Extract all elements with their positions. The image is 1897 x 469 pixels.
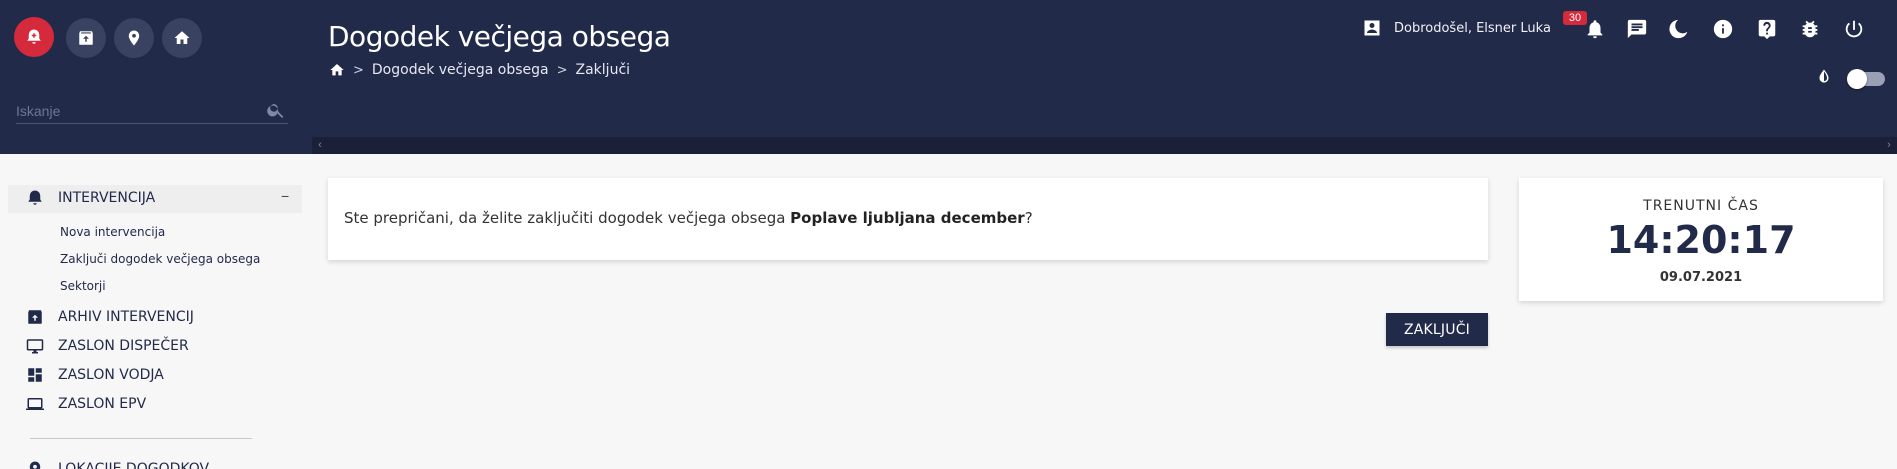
confirmation-question: Ste prepričani, da želite zaključiti dog…	[344, 209, 1033, 227]
user-account-icon	[1364, 20, 1380, 36]
sidebar: INTERVENCIJA − Nova intervencija Zaključ…	[0, 154, 312, 469]
sidebar-item-label: ZASLON EPV	[58, 396, 147, 412]
sidebar-subitem-sektorji[interactable]: Sektorji	[60, 279, 106, 293]
sidebar-item-arhiv[interactable]: ARHIV INTERVENCIJ	[26, 308, 194, 326]
quick-intervention-button[interactable]	[14, 17, 54, 57]
home-icon	[174, 31, 190, 44]
dark-mode-button[interactable]	[1668, 17, 1692, 41]
breadcrumb-separator-icon: >	[556, 62, 568, 78]
toggle-knob	[1847, 69, 1867, 89]
collapse-icon[interactable]: −	[281, 188, 289, 204]
clock-label: TRENUTNI ČAS	[1643, 198, 1759, 214]
messages-icon	[1627, 19, 1647, 39]
help-button[interactable]	[1755, 17, 1779, 41]
clock-date: 09.07.2021	[1659, 270, 1743, 285]
info-button[interactable]	[1711, 17, 1735, 41]
help-icon	[1758, 19, 1776, 40]
dashboard-icon	[28, 368, 42, 382]
contrast-toggle[interactable]	[1847, 69, 1885, 89]
archive-icon	[28, 310, 42, 324]
sidebar-subitem-nova-intervencija[interactable]: Nova intervencija	[60, 225, 165, 239]
breadcrumb-item-current: Zaključi	[575, 62, 631, 78]
dark-mode-icon	[1669, 19, 1688, 39]
sidebar-item-zaslon-dispecer[interactable]: ZASLON DISPEČER	[26, 337, 189, 355]
sidebar-item-label: INTERVENCIJA	[58, 190, 156, 206]
laptop-icon	[26, 398, 44, 410]
notifications-button[interactable]	[1583, 17, 1607, 41]
user-greeting: Dobrodošel, Elsner Luka	[1394, 20, 1551, 36]
contrast-icon	[1815, 68, 1833, 86]
question-prefix: Ste prepričani, da želite zaključiti dog…	[344, 209, 791, 227]
sidebar-item-zaslon-vodja[interactable]: ZASLON VODJA	[26, 366, 164, 384]
search-icon[interactable]	[266, 100, 286, 120]
confirmation-card: Ste prepričani, da želite zaključiti dog…	[328, 178, 1488, 260]
location-pin-icon	[29, 461, 41, 469]
breadcrumb-home-icon[interactable]	[329, 62, 345, 78]
report-bug-button[interactable]	[1798, 17, 1822, 41]
power-icon	[1845, 20, 1863, 38]
quick-home-button[interactable]	[162, 18, 202, 58]
notifications-icon	[1587, 20, 1603, 39]
clock-time: 14:20:17	[1606, 218, 1796, 262]
quick-locations-button[interactable]	[114, 18, 154, 58]
sidebar-item-label: ARHIV INTERVENCIJ	[58, 309, 194, 325]
sidebar-item-label: ZASLON VODJA	[58, 367, 164, 383]
tab-scroll-strip: ‹ ›	[312, 137, 1897, 154]
sidebar-item-label: LOKACIJE DOGODKOV	[58, 461, 210, 469]
sidebar-item-zaslon-epv[interactable]: ZASLON EPV	[26, 395, 146, 413]
bug-icon	[1802, 20, 1818, 38]
info-icon	[1713, 19, 1733, 39]
sidebar-divider	[30, 438, 252, 439]
archive-icon	[79, 31, 93, 45]
sidebar-item-intervencija[interactable]: INTERVENCIJA	[26, 189, 155, 207]
confirm-close-button[interactable]: ZAKLJUČI	[1386, 313, 1488, 346]
user-profile[interactable]: Dobrodošel, Elsner Luka	[1362, 18, 1551, 38]
quick-archive-button[interactable]	[66, 18, 106, 58]
breadcrumb-item[interactable]: Dogodek večjega obsega	[372, 62, 549, 78]
sidebar-item-label: ZASLON DISPEČER	[58, 338, 189, 354]
scroll-left-icon[interactable]: ‹	[312, 137, 328, 154]
question-suffix: ?	[1024, 209, 1033, 227]
page-title: Dogodek večjega obsega	[328, 20, 671, 53]
location-pin-icon	[128, 30, 140, 46]
top-header: Dogodek večjega obsega > Dogodek večjega…	[0, 0, 1897, 154]
search-input[interactable]	[16, 100, 256, 122]
current-time-card: TRENUTNI ČAS 14:20:17 09.07.2021	[1519, 178, 1883, 301]
logout-button[interactable]	[1842, 17, 1866, 41]
event-name: Poplave ljubljana december	[790, 209, 1025, 227]
breadcrumb-separator-icon: >	[353, 62, 364, 78]
monitor-icon	[26, 339, 44, 354]
alarm-bell-icon	[28, 190, 42, 205]
sidebar-subitem-zakljuci[interactable]: Zaključi dogodek večjega obsega	[60, 252, 260, 266]
messages-button[interactable]	[1625, 17, 1649, 41]
search-field	[16, 100, 288, 124]
alarm-bell-icon	[27, 29, 41, 44]
scroll-right-icon[interactable]: ›	[1881, 137, 1897, 154]
breadcrumb: > Dogodek večjega obsega > Zaključi	[329, 62, 630, 78]
sidebar-item-lokacije[interactable]: LOKACIJE DOGODKOV	[26, 460, 209, 469]
